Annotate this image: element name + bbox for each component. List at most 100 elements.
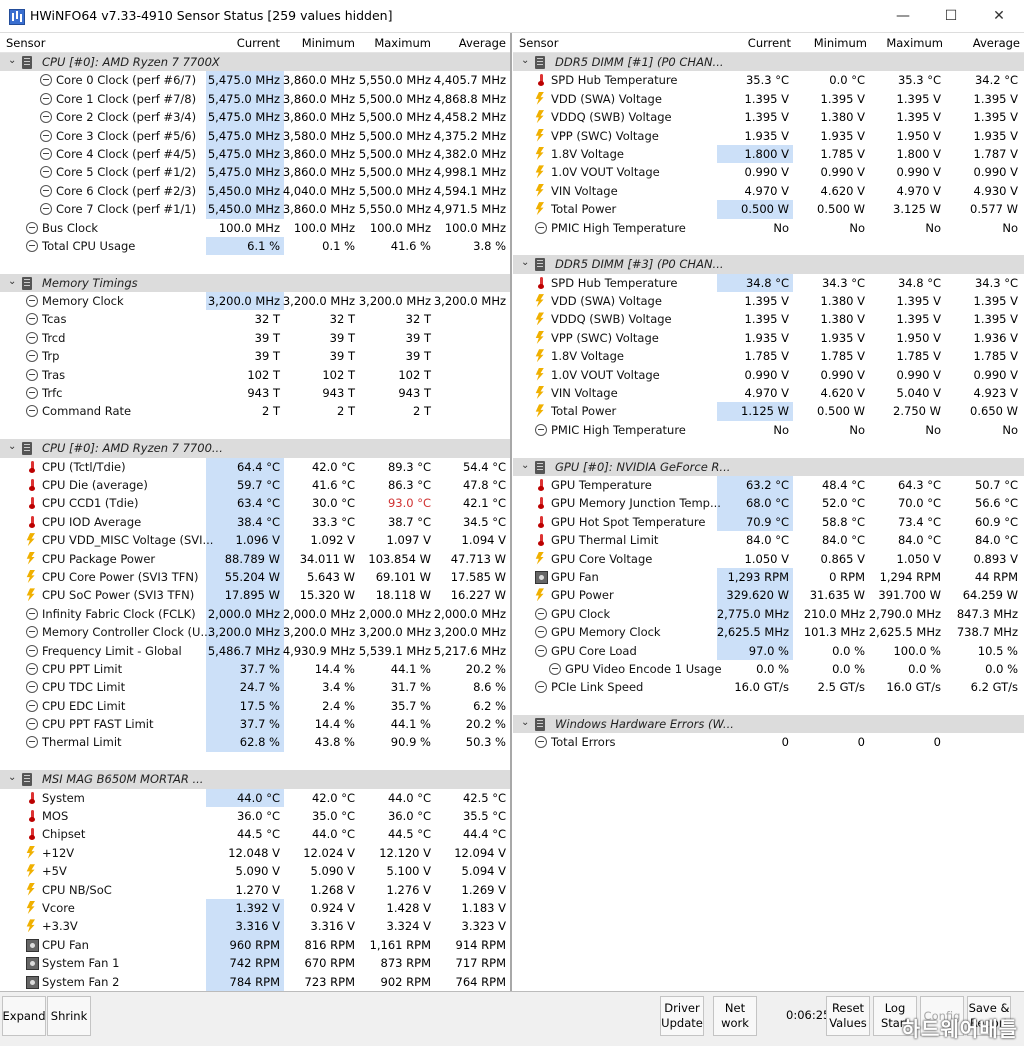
- collapse-chevron-icon[interactable]: ⌄: [521, 257, 529, 268]
- sensor-row[interactable]: SPD Hub Temperature 34.8 °C 34.3 °C 34.8 °C…: [513, 273, 1024, 293]
- collapse-chevron-icon[interactable]: ⌄: [521, 717, 529, 728]
- sensor-row[interactable]: SPD Hub Temperature 35.3 °C 0.0 °C 35.3 °C 3…: [513, 71, 1024, 89]
- sensor-row[interactable]: CPU PPT FAST Limit 37.7 % 14.4 % 44.1 % 20.2…: [0, 715, 510, 734]
- sensor-row[interactable]: Total Errors 0 0 0: [513, 733, 1024, 751]
- sensor-group-header[interactable]: ⌄ CPU [#0]: AMD Ryzen 7 7700...: [0, 439, 510, 458]
- sensor-row[interactable]: System 44.0 °C 42.0 °C 44.0 °C 42.5 °C: [0, 788, 510, 808]
- sensor-group-header[interactable]: ⌄ MSI MAG B650M MORTAR ...: [0, 770, 510, 789]
- sensor-row[interactable]: Trcd 39 T 39 T 39 T: [0, 329, 510, 347]
- sensor-row[interactable]: GPU Clock 2,775.0 MHz 210.0 MHz 2,790.0 MHz…: [513, 604, 1024, 624]
- sensor-group-header[interactable]: ⌄ DDR5 DIMM [#3] (P0 CHAN...: [513, 255, 1024, 274]
- sensor-row[interactable]: Total Power 1.125 W 0.500 W 2.750 W 0.650 W: [513, 402, 1024, 421]
- sensor-row[interactable]: Command Rate 2 T 2 T 2 T: [0, 402, 510, 420]
- sensor-row[interactable]: Core 6 Clock (perf #2/3) 5,450.0 MHz 4,040…: [0, 181, 510, 201]
- sensor-row[interactable]: GPU Temperature 63.2 °C 48.4 °C 64.3 °C 50.7…: [513, 475, 1024, 495]
- sensor-row[interactable]: Thermal Limit 62.8 % 43.8 % 90.9 % 50.3 %: [0, 733, 510, 752]
- sensor-row[interactable]: CPU VDD_MISC Voltage (SVI... 1.096 V 1.092…: [0, 531, 510, 550]
- sensor-row[interactable]: CPU TDC Limit 24.7 % 3.4 % 31.7 % 8.6 %: [0, 678, 510, 697]
- sensor-row[interactable]: Bus Clock 100.0 MHz 100.0 MHz 100.0 MHz 100.…: [0, 219, 510, 237]
- collapse-chevron-icon[interactable]: ⌄: [8, 276, 16, 287]
- sensor-row[interactable]: Chipset 44.5 °C 44.0 °C 44.5 °C 44.4 °C: [0, 825, 510, 843]
- left-sensor-panel[interactable]: Sensor Current Minimum Maximum Average ⌄ CPU […: [0, 33, 512, 991]
- sensor-group-header[interactable]: ⌄ GPU [#0]: NVIDIA GeForce R...: [513, 457, 1024, 476]
- header-current[interactable]: Current: [748, 36, 791, 50]
- header-sensor[interactable]: Sensor: [6, 36, 45, 50]
- sensor-row[interactable]: CPU SoC Power (SVI3 TFN) 17.895 W 15.320 W…: [0, 586, 510, 605]
- sensor-row[interactable]: Core 7 Clock (perf #1/1) 5,450.0 MHz 3,860…: [0, 200, 510, 219]
- expand-button[interactable]: Expand: [2, 996, 46, 1036]
- header-average[interactable]: Average: [459, 36, 506, 50]
- header-maximum[interactable]: Maximum: [886, 36, 943, 50]
- sensor-row[interactable]: CPU NB/SoC 1.270 V 1.268 V 1.276 V 1.269 V: [0, 881, 510, 899]
- sensor-row[interactable]: Memory Controller Clock (U... 3,200.0 MHz…: [0, 623, 510, 642]
- sensor-row[interactable]: Frequency Limit - Global 5,486.7 MHz 4,930…: [0, 641, 510, 660]
- sensor-row[interactable]: System Fan 1 742 RPM 670 RPM 873 RPM 717 RPM: [0, 954, 510, 973]
- header-minimum[interactable]: Minimum: [302, 36, 355, 50]
- sensor-row[interactable]: PCIe Link Speed 16.0 GT/s 2.5 GT/s 16.0 GT/…: [513, 678, 1024, 696]
- header-maximum[interactable]: Maximum: [374, 36, 431, 50]
- header-average[interactable]: Average: [973, 36, 1020, 50]
- sensor-row[interactable]: +5V 5.090 V 5.090 V 5.100 V 5.094 V: [0, 862, 510, 880]
- collapse-chevron-icon[interactable]: ⌄: [521, 460, 529, 471]
- sensor-row[interactable]: Total CPU Usage 6.1 % 0.1 % 41.6 % 3.8 %: [0, 236, 510, 256]
- sensor-row[interactable]: VIN Voltage 4.970 V 4.620 V 5.040 V 4.923 V: [513, 384, 1024, 402]
- shrink-button[interactable]: Shrink: [47, 996, 91, 1036]
- network-button[interactable]: Net work: [713, 996, 757, 1036]
- sensor-row[interactable]: Trp 39 T 39 T 39 T: [0, 347, 510, 365]
- sensor-row[interactable]: Core 5 Clock (perf #1/2) 5,475.0 MHz 3,860…: [0, 163, 510, 182]
- driver-update-button[interactable]: Driver Update: [660, 996, 704, 1036]
- sensor-row[interactable]: VDDQ (SWB) Voltage 1.395 V 1.380 V 1.395 V 1…: [513, 108, 1024, 126]
- sensor-row[interactable]: VPP (SWC) Voltage 1.935 V 1.935 V 1.950 V 1.…: [513, 329, 1024, 347]
- collapse-chevron-icon[interactable]: ⌄: [8, 772, 16, 783]
- sensor-row[interactable]: Tcas 32 T 32 T 32 T: [0, 310, 510, 328]
- sensor-row[interactable]: VDD (SWA) Voltage 1.395 V 1.380 V 1.395 V 1.…: [513, 292, 1024, 310]
- sensor-row[interactable]: Total Power 0.500 W 0.500 W 3.125 W 0.577 W: [513, 200, 1024, 219]
- header-minimum[interactable]: Minimum: [814, 36, 867, 50]
- sensor-row[interactable]: Core 4 Clock (perf #4/5) 5,475.0 MHz 3,860…: [0, 144, 510, 164]
- right-sensor-panel[interactable]: Sensor Current Minimum Maximum Average ⌄ DDR5 …: [513, 33, 1024, 991]
- sensor-row[interactable]: CPU Core Power (SVI3 TFN) 55.204 W 5.643 W…: [0, 567, 510, 587]
- sensor-row[interactable]: GPU Core Load 97.0 % 0.0 % 100.0 % 10.5 %: [513, 641, 1024, 660]
- sensor-row[interactable]: 1.8V Voltage 1.785 V 1.785 V 1.785 V 1.785 V: [513, 347, 1024, 365]
- sensor-row[interactable]: GPU Thermal Limit 84.0 °C 84.0 °C 84.0 °C 84…: [513, 531, 1024, 549]
- maximize-button[interactable]: ☐: [928, 0, 974, 32]
- collapse-chevron-icon[interactable]: ⌄: [521, 55, 529, 66]
- sensor-row[interactable]: GPU Fan 1,293 RPM 0 RPM 1,294 RPM 44 RPM: [513, 567, 1024, 587]
- sensor-group-header[interactable]: ⌄ CPU [#0]: AMD Ryzen 7 7700X: [0, 53, 510, 72]
- reset-values-button[interactable]: Reset Values: [826, 996, 870, 1036]
- sensor-row[interactable]: CPU Fan 960 RPM 816 RPM 1,161 RPM 914 RPM: [0, 935, 510, 955]
- sensor-row[interactable]: CPU PPT Limit 37.7 % 14.4 % 44.1 % 20.2 %: [0, 659, 510, 679]
- sensor-row[interactable]: Trfc 943 T 943 T 943 T: [0, 384, 510, 402]
- sensor-row[interactable]: GPU Video Encode 1 Usage 0.0 % 0.0 % 0.0 % 0…: [513, 660, 1024, 678]
- collapse-chevron-icon[interactable]: ⌄: [8, 441, 16, 452]
- sensor-row[interactable]: CPU IOD Average 38.4 °C 33.3 °C 38.7 °C 34.5…: [0, 512, 510, 532]
- sensor-row[interactable]: CPU (Tctl/Tdie) 64.4 °C 42.0 °C 89.3 °C 54.4…: [0, 457, 510, 476]
- sensor-row[interactable]: VPP (SWC) Voltage 1.935 V 1.935 V 1.950 V 1.…: [513, 127, 1024, 145]
- sensor-row[interactable]: VDD (SWA) Voltage 1.395 V 1.395 V 1.395 V 1.…: [513, 90, 1024, 108]
- sensor-row[interactable]: System Fan 2 784 RPM 723 RPM 902 RPM 764 RPM: [0, 972, 510, 991]
- sensor-row[interactable]: CPU CCD1 (Tdie) 63.4 °C 30.0 °C 93.0 °C 42.1…: [0, 494, 510, 513]
- sensor-row[interactable]: Infinity Fabric Clock (FCLK) 2,000.0 MHz 2…: [0, 604, 510, 624]
- header-current[interactable]: Current: [237, 36, 280, 50]
- sensor-row[interactable]: Core 3 Clock (perf #5/6) 5,475.0 MHz 3,580…: [0, 126, 510, 145]
- minimize-button[interactable]: —: [880, 0, 926, 32]
- column-header[interactable]: Sensor Current Minimum Maximum Average: [0, 33, 510, 53]
- column-header[interactable]: Sensor Current Minimum Maximum Average: [513, 33, 1024, 53]
- collapse-chevron-icon[interactable]: ⌄: [8, 55, 16, 66]
- sensor-row[interactable]: MOS 36.0 °C 35.0 °C 36.0 °C 35.5 °C: [0, 807, 510, 825]
- sensor-row[interactable]: Core 1 Clock (perf #7/8) 5,475.0 MHz 3,860…: [0, 89, 510, 109]
- sensor-row[interactable]: CPU Package Power 88.789 W 34.011 W 103.854…: [0, 549, 510, 568]
- sensor-row[interactable]: VIN Voltage 4.970 V 4.620 V 4.970 V 4.930 V: [513, 182, 1024, 200]
- sensor-row[interactable]: CPU Die (average) 59.7 °C 41.6 °C 86.3 °C 47…: [0, 475, 510, 495]
- sensor-row[interactable]: 1.0V VOUT Voltage 0.990 V 0.990 V 0.990 V 0.…: [513, 163, 1024, 181]
- sensor-row[interactable]: GPU Core Voltage 1.050 V 0.865 V 1.050 V 0.8…: [513, 550, 1024, 568]
- sensor-row[interactable]: Core 2 Clock (perf #3/4) 5,475.0 MHz 3,860…: [0, 108, 510, 127]
- sensor-row[interactable]: Memory Clock 3,200.0 MHz 3,200.0 MHz 3,200.…: [0, 292, 510, 311]
- sensor-row[interactable]: PMIC High Temperature No No No No: [513, 421, 1024, 439]
- sensor-group-header[interactable]: ⌄ Memory Timings: [0, 273, 510, 293]
- sensor-row[interactable]: CPU EDC Limit 17.5 % 2.4 % 35.7 % 6.2 %: [0, 696, 510, 716]
- sensor-row[interactable]: Vcore 1.392 V 0.924 V 1.428 V 1.183 V: [0, 898, 510, 918]
- sensor-row[interactable]: GPU Memory Junction Temp... 68.0 °C 52.0 °…: [513, 494, 1024, 513]
- close-button[interactable]: ✕: [976, 0, 1022, 32]
- header-sensor[interactable]: Sensor: [519, 36, 558, 50]
